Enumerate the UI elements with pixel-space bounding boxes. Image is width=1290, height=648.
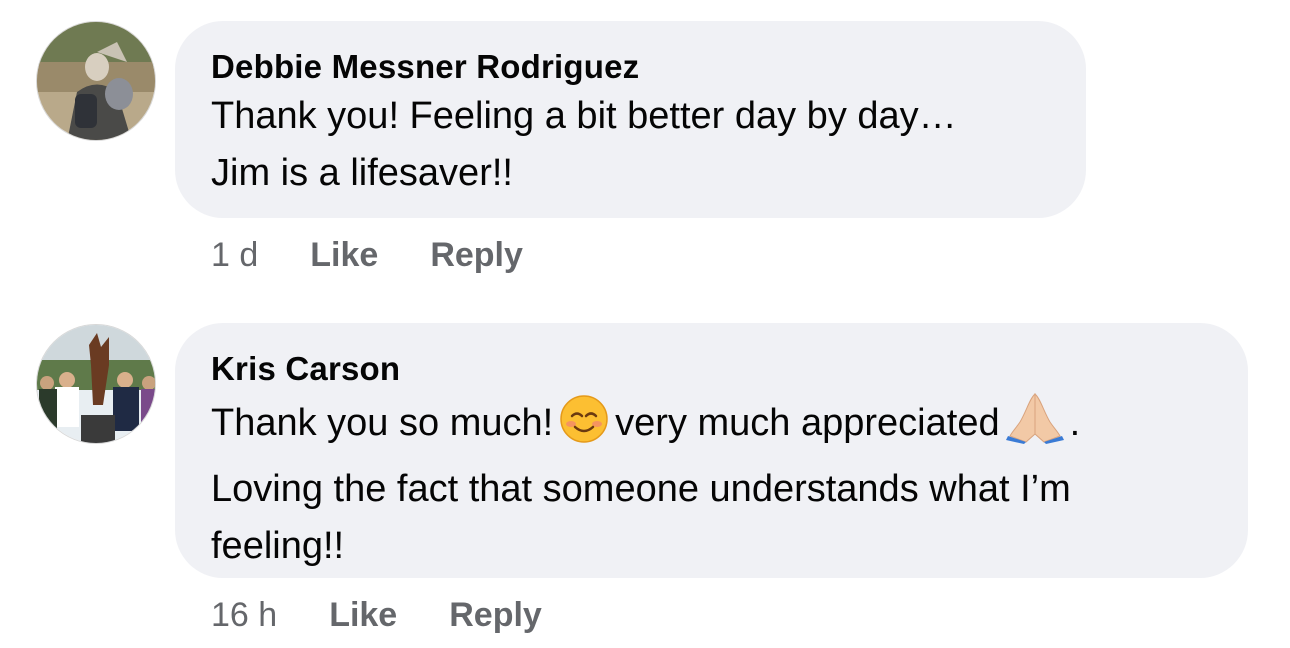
comment-text-segment: very much appreciated	[615, 402, 1000, 444]
comment-meta: 1 d Like Reply	[211, 236, 523, 275]
comment-text-line: Thank you! Feeling a bit better day by d…	[211, 95, 957, 137]
comment-text: Thank you so much! very much appreciated.…	[211, 390, 1212, 575]
profile-photo-icon	[37, 22, 155, 140]
reply-button[interactable]: Reply	[430, 236, 523, 275]
comment-kris: Kris Carson Thank you so much! very much …	[0, 300, 1290, 648]
reply-button[interactable]: Reply	[449, 596, 542, 635]
comment-author[interactable]: Debbie Messner Rodriguez	[211, 46, 1050, 88]
comment-text-line: Jim is a lifesaver!!	[211, 152, 513, 194]
avatar[interactable]	[36, 21, 156, 141]
smiling-face-emoji-icon	[559, 394, 609, 461]
comment-text-line: feeling!!	[211, 525, 345, 567]
like-button[interactable]: Like	[310, 236, 378, 275]
comment-text-segment: Thank you so much!	[211, 402, 554, 444]
comment-text: Thank you! Feeling a bit better day by d…	[211, 88, 1050, 202]
comment-text-line: Thank you so much! very much appreciated.	[211, 390, 1212, 461]
comment-timestamp[interactable]: 16 h	[211, 596, 277, 635]
comment-timestamp[interactable]: 1 d	[211, 236, 258, 275]
comment-text-segment: .	[1069, 402, 1081, 444]
comment-debbie: Debbie Messner Rodriguez Thank you! Feel…	[0, 0, 1290, 300]
like-button[interactable]: Like	[329, 596, 397, 635]
folded-hands-emoji-icon	[1005, 390, 1064, 461]
comment-meta: 16 h Like Reply	[211, 596, 542, 635]
comment-bubble: Kris Carson Thank you so much! very much …	[175, 323, 1248, 578]
comment-text-line: Loving the fact that someone understands…	[211, 468, 1071, 510]
comment-bubble: Debbie Messner Rodriguez Thank you! Feel…	[175, 21, 1086, 218]
profile-photo-icon	[37, 325, 155, 443]
avatar[interactable]	[36, 324, 156, 444]
comment-author[interactable]: Kris Carson	[211, 348, 1212, 390]
